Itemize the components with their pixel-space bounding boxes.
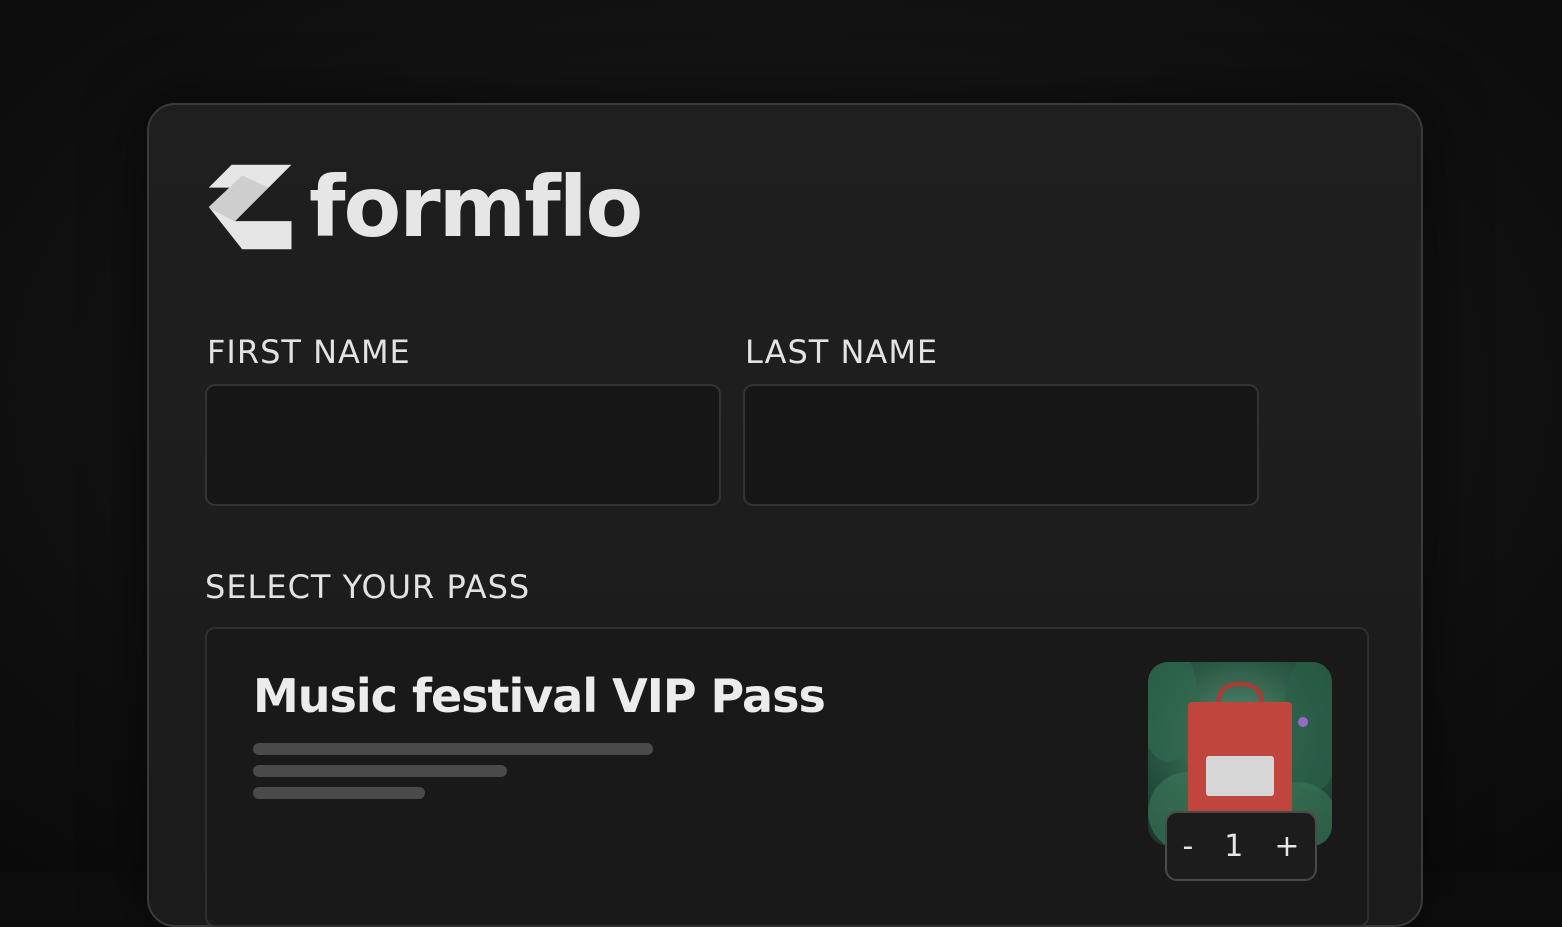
select-pass-label: SELECT YOUR PASS (205, 568, 531, 606)
last-name-label: LAST NAME (745, 333, 939, 371)
increase-quantity-button[interactable]: + (1274, 829, 1299, 864)
brand-logo: formflo (207, 158, 643, 256)
first-name-label: FIRST NAME (207, 333, 411, 371)
description-placeholder-line (253, 787, 425, 799)
form-card: formflo FIRST NAME LAST NAME SELECT YOUR… (147, 103, 1423, 927)
last-name-input[interactable] (745, 386, 1257, 504)
first-name-field[interactable] (205, 384, 721, 506)
pass-title: Music festival VIP Pass (253, 669, 826, 723)
quantity-value: 1 (1224, 828, 1244, 864)
last-name-field[interactable] (743, 384, 1259, 506)
first-name-input[interactable] (207, 386, 719, 504)
formflo-logo-icon (208, 164, 292, 250)
pass-option-card[interactable]: Music festival VIP Pass - 1 + (205, 627, 1369, 927)
quantity-stepper[interactable]: - 1 + (1165, 811, 1317, 881)
description-placeholder-line (253, 743, 653, 755)
decrease-quantity-button[interactable]: - (1182, 829, 1193, 864)
description-placeholder-line (253, 765, 507, 777)
brand-name: formflo (309, 158, 643, 256)
